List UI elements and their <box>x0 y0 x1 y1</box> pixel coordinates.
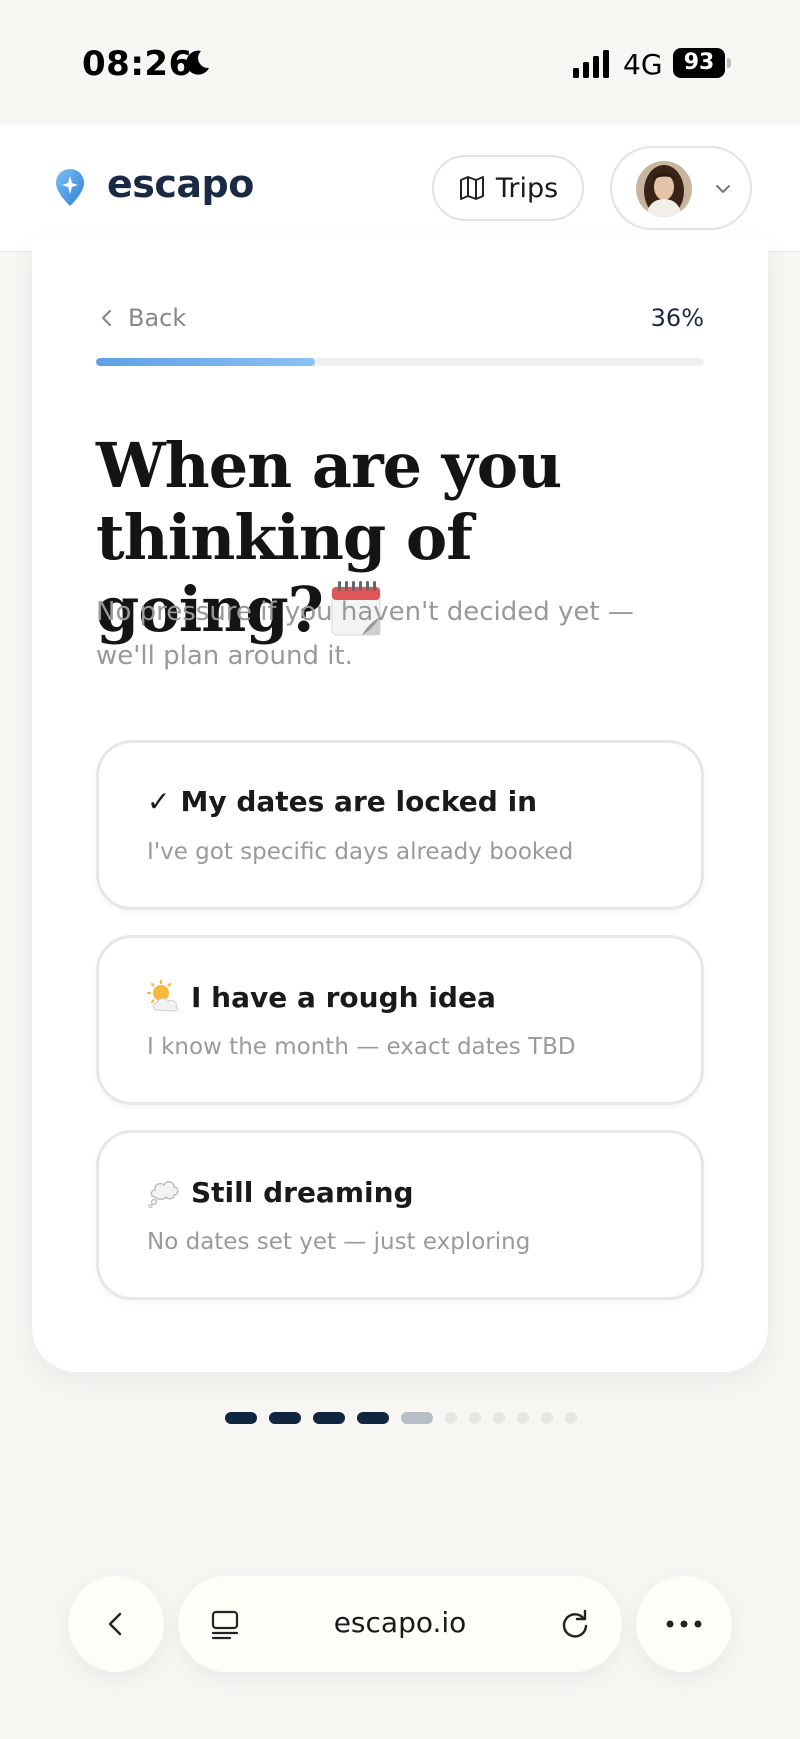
logo-text[interactable]: escapo <box>107 162 254 206</box>
check-icon: ✓ <box>147 785 171 818</box>
step-dot-upcoming <box>541 1412 553 1424</box>
step-indicator <box>0 1412 800 1426</box>
question-card: Back 36% When are you thinking of going?… <box>32 240 768 1372</box>
option-description: No dates set yet — just exploring <box>147 1229 531 1255</box>
account-menu-button[interactable] <box>610 146 752 230</box>
option-still-dreaming[interactable]: Still dreaming No dates set yet — just e… <box>96 1130 704 1300</box>
battery-icon: 93 <box>673 48 731 78</box>
step-dot-completed <box>357 1412 389 1424</box>
option-title-text: My dates are locked in <box>180 785 538 818</box>
trips-button[interactable]: Trips <box>432 155 584 221</box>
map-icon <box>459 176 484 200</box>
signal-icon <box>573 50 609 78</box>
thought-bubble-icon <box>148 1181 179 1208</box>
url-text[interactable]: escapo.io <box>178 1606 622 1639</box>
back-link[interactable]: Back <box>96 304 186 332</box>
more-options-button[interactable] <box>636 1576 732 1672</box>
reload-icon[interactable] <box>558 1607 592 1641</box>
app-header: escapo Trips <box>0 124 800 252</box>
question-subtitle: No pressure if you haven't decided yet —… <box>96 597 634 671</box>
progress-fill <box>96 358 315 366</box>
status-time: 08:26 <box>82 44 193 84</box>
step-dot-completed <box>313 1412 345 1424</box>
more-icon <box>666 1620 702 1628</box>
status-bar: 08:26 4G 93 <box>0 0 800 124</box>
address-bar[interactable]: escapo.io <box>178 1576 622 1672</box>
option-title-text: I have a rough idea <box>191 980 496 1014</box>
chevron-down-icon <box>716 185 730 193</box>
sun-cloud-icon <box>147 980 179 1012</box>
chevron-left-icon <box>108 1612 122 1636</box>
network-label: 4G <box>623 48 663 81</box>
option-dates-locked[interactable]: ✓ My dates are locked in I've got specif… <box>96 740 704 910</box>
step-dot-current <box>401 1412 433 1424</box>
step-dot-upcoming <box>445 1412 457 1424</box>
option-description: I know the month — exact dates TBD <box>147 1034 576 1060</box>
step-dot-upcoming <box>493 1412 505 1424</box>
battery-level: 93 <box>683 50 715 75</box>
option-title: Still dreaming <box>147 1175 414 1209</box>
option-title-text: Still dreaming <box>191 1175 414 1209</box>
step-dot-upcoming <box>565 1412 577 1424</box>
option-title: ✓ My dates are locked in <box>147 785 537 818</box>
option-rough-idea[interactable]: I have a rough idea I know the month — e… <box>96 935 704 1105</box>
step-dot-completed <box>269 1412 301 1424</box>
trips-label: Trips <box>495 172 559 204</box>
back-label: Back <box>128 304 187 332</box>
step-dot-upcoming <box>517 1412 529 1424</box>
browser-back-button[interactable] <box>68 1576 164 1672</box>
step-dot-upcoming <box>469 1412 481 1424</box>
avatar <box>636 161 692 217</box>
chevron-left-icon <box>101 309 112 327</box>
moon-icon <box>186 50 209 75</box>
progress-percent: 36% <box>650 304 704 332</box>
progress-bar <box>96 358 704 366</box>
option-description: I've got specific days already booked <box>147 839 574 865</box>
logo-pin-icon[interactable] <box>54 168 86 208</box>
option-title: I have a rough idea <box>147 980 496 1014</box>
step-dot-completed <box>225 1412 257 1424</box>
